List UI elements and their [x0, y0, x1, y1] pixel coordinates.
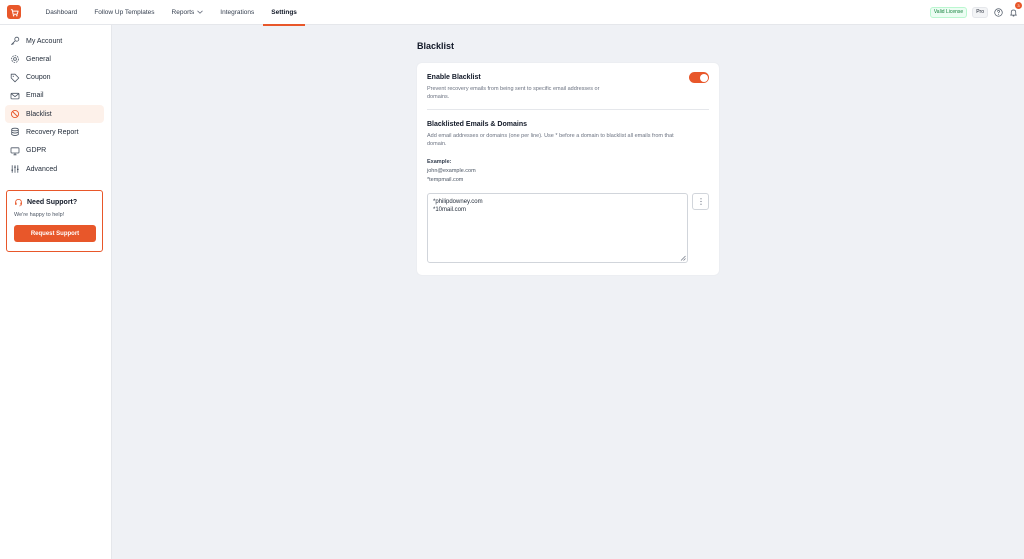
settings-sidebar: My Account General Coupon Email Blacklis… [0, 25, 112, 559]
example-label: Example: [427, 159, 452, 165]
topbar-actions: Valid License Pro 3 [929, 2, 1022, 18]
blacklisted-entries-description: Add email addresses or domains (one per … [427, 133, 674, 147]
plan-badge: Pro [972, 6, 988, 18]
headset-icon [14, 198, 23, 207]
notification-count-badge: 3 [1015, 2, 1022, 9]
tag-icon [10, 73, 20, 83]
sidebar-item-email[interactable]: Email [5, 87, 104, 105]
page-title: Blacklist [417, 41, 455, 51]
sidebar-item-my-account[interactable]: My Account [5, 32, 104, 50]
request-support-button[interactable]: Request Support [14, 225, 96, 242]
blacklist-entry: *philipdowney.com [433, 199, 483, 205]
database-icon [10, 127, 20, 137]
example-line: *tempmail.com [427, 177, 464, 183]
mail-icon [10, 91, 20, 101]
nav-follow-up-templates[interactable]: Follow Up Templates [86, 0, 163, 25]
support-card: Need Support? We're happy to help! Reque… [6, 190, 103, 252]
support-title: Need Support? [27, 199, 78, 206]
gear-icon [10, 54, 20, 64]
toggle-knob [699, 73, 708, 82]
nav-settings[interactable]: Settings [262, 0, 306, 26]
chevron-down-icon [197, 10, 204, 14]
app-logo[interactable] [7, 5, 21, 19]
sidebar-item-blacklist[interactable]: Blacklist [5, 105, 104, 124]
blacklist-entry: *10mail.com [433, 207, 467, 213]
license-status-badge: Valid License [929, 6, 968, 18]
blacklist-settings-card: Enable Blacklist Prevent recovery emails… [417, 63, 719, 275]
ban-icon [10, 109, 20, 119]
nav-dashboard[interactable]: Dashboard [37, 0, 86, 25]
nav-integrations[interactable]: Integrations [212, 0, 263, 25]
blacklisted-entries-title: Blacklisted Emails & Domains [427, 121, 527, 128]
notifications-button[interactable]: 3 [1008, 2, 1022, 17]
more-vertical-icon [699, 198, 702, 205]
sidebar-item-advanced[interactable]: Advanced [5, 160, 104, 178]
cart-logo-icon [10, 8, 19, 16]
monitor-icon [10, 146, 20, 156]
help-circle-icon [993, 7, 1003, 17]
support-subtitle: We're happy to help! [14, 212, 65, 218]
main-nav: Dashboard Follow Up Templates Reports In… [37, 0, 306, 26]
resize-handle-icon[interactable] [680, 255, 686, 261]
sidebar-item-recovery-report[interactable]: Recovery Report [5, 123, 104, 141]
enable-blacklist-toggle[interactable] [689, 72, 709, 83]
sidebar-item-general[interactable]: General [5, 50, 104, 68]
blacklist-textarea[interactable]: *philipdowney.com *10mail.com [427, 193, 688, 263]
key-icon [10, 36, 20, 46]
sliders-icon [10, 164, 20, 174]
more-options-button[interactable] [692, 193, 709, 210]
enable-blacklist-description: Prevent recovery emails from being sent … [427, 86, 600, 100]
sidebar-item-gdpr[interactable]: GDPR [5, 142, 104, 160]
section-divider [427, 109, 709, 110]
nav-reports[interactable]: Reports [163, 0, 212, 25]
sidebar-item-coupon[interactable]: Coupon [5, 69, 104, 87]
example-line: john@example.com [427, 168, 476, 174]
top-navbar: Dashboard Follow Up Templates Reports In… [0, 0, 1024, 26]
bell-icon [1009, 9, 1017, 16]
enable-blacklist-title: Enable Blacklist [427, 74, 481, 81]
help-button[interactable] [993, 7, 1003, 17]
